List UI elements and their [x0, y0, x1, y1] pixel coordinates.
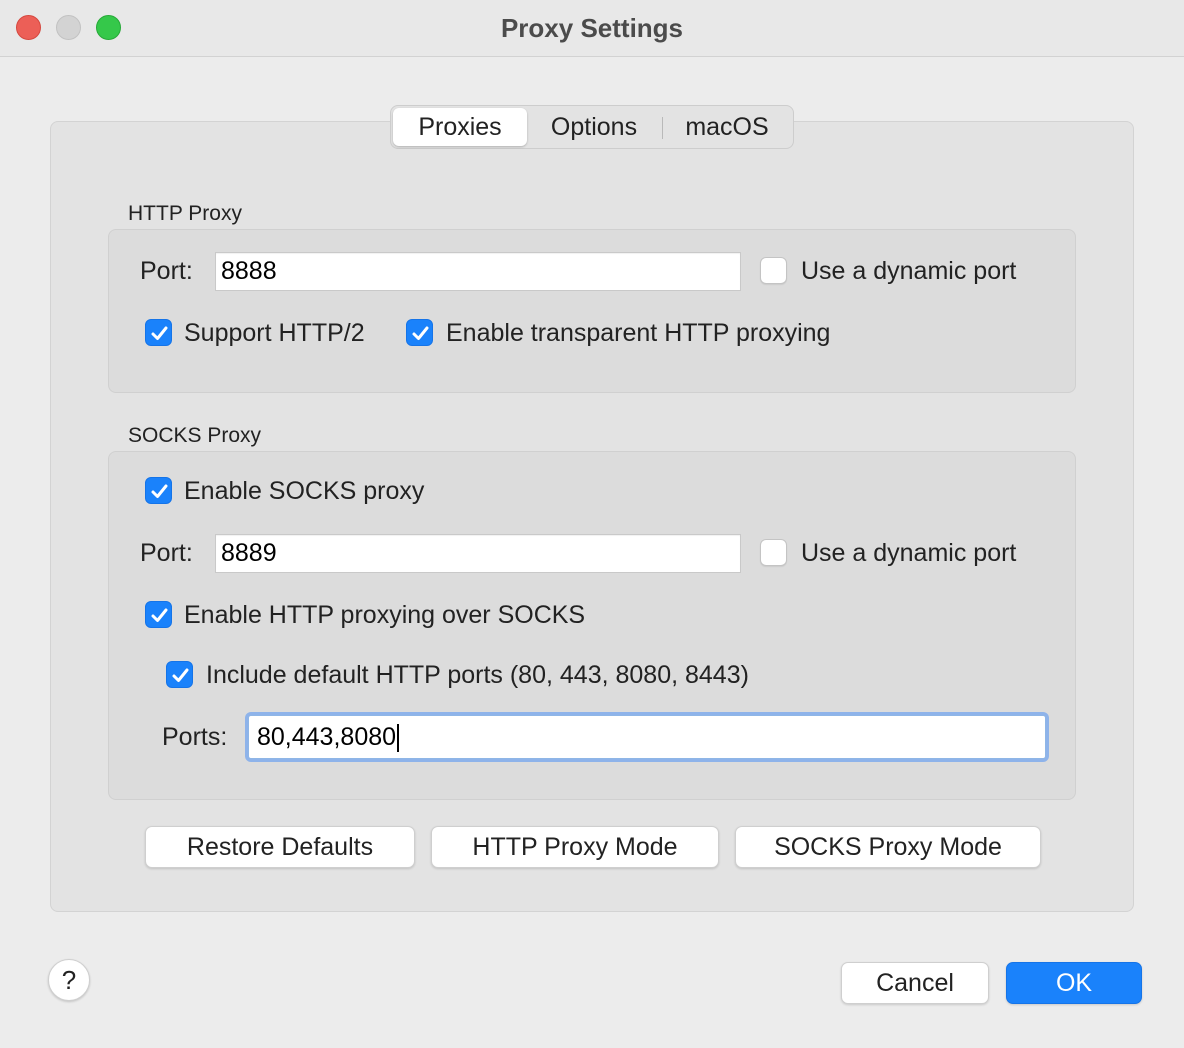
socks-dynamic-port-checkbox[interactable]: [760, 539, 787, 566]
restore-defaults-button[interactable]: Restore Defaults: [145, 826, 415, 868]
http-port-field[interactable]: 8888: [215, 252, 741, 291]
support-http2-checkbox[interactable]: [145, 319, 172, 346]
enable-socks-checkbox[interactable]: [145, 477, 172, 504]
http-over-socks-label: Enable HTTP proxying over SOCKS: [184, 601, 586, 629]
http-port-label: Port:: [140, 257, 193, 285]
window-title: Proxy Settings: [500, 13, 684, 43]
ports-field-value: 80,443,8080: [257, 723, 397, 751]
tab-proxies[interactable]: Proxies: [393, 108, 527, 146]
support-http2-label: Support HTTP/2: [184, 319, 365, 347]
tab-options[interactable]: Options: [527, 108, 661, 146]
http-proxy-mode-button[interactable]: HTTP Proxy Mode: [431, 826, 719, 868]
tab-bar: Proxies Options macOS: [390, 105, 794, 149]
http-dynamic-port-label: Use a dynamic port: [801, 257, 1017, 285]
socks-proxy-mode-button[interactable]: SOCKS Proxy Mode: [735, 826, 1041, 868]
enable-socks-label: Enable SOCKS proxy: [184, 477, 425, 505]
text-caret: [397, 724, 400, 753]
checkmark-icon: [412, 326, 429, 340]
http-dynamic-port-checkbox[interactable]: [760, 257, 787, 284]
ports-label: Ports:: [162, 723, 228, 751]
checkmark-icon: [172, 668, 189, 682]
include-default-ports-label: Include default HTTP ports (80, 443, 808…: [206, 661, 749, 689]
cancel-button[interactable]: Cancel: [841, 962, 989, 1004]
help-button[interactable]: ?: [48, 959, 90, 1001]
checkmark-icon: [151, 608, 168, 622]
http-proxy-group-label: HTTP Proxy: [128, 202, 242, 225]
http-over-socks-checkbox[interactable]: [145, 601, 172, 628]
transparent-proxying-label: Enable transparent HTTP proxying: [446, 319, 831, 347]
socks-dynamic-port-label: Use a dynamic port: [801, 539, 1017, 567]
ports-field[interactable]: 80,443,8080: [248, 715, 1046, 759]
ok-button[interactable]: OK: [1006, 962, 1142, 1004]
checkmark-icon: [151, 326, 168, 340]
socks-port-field[interactable]: 8889: [215, 534, 741, 573]
checkmark-icon: [151, 484, 168, 498]
include-default-ports-checkbox[interactable]: [166, 661, 193, 688]
tab-macos[interactable]: macOS: [663, 108, 791, 146]
socks-proxy-group-label: SOCKS Proxy: [128, 424, 262, 447]
socks-port-label: Port:: [140, 539, 193, 567]
transparent-proxying-checkbox[interactable]: [406, 319, 433, 346]
title-bar: Proxy Settings: [0, 0, 1184, 57]
